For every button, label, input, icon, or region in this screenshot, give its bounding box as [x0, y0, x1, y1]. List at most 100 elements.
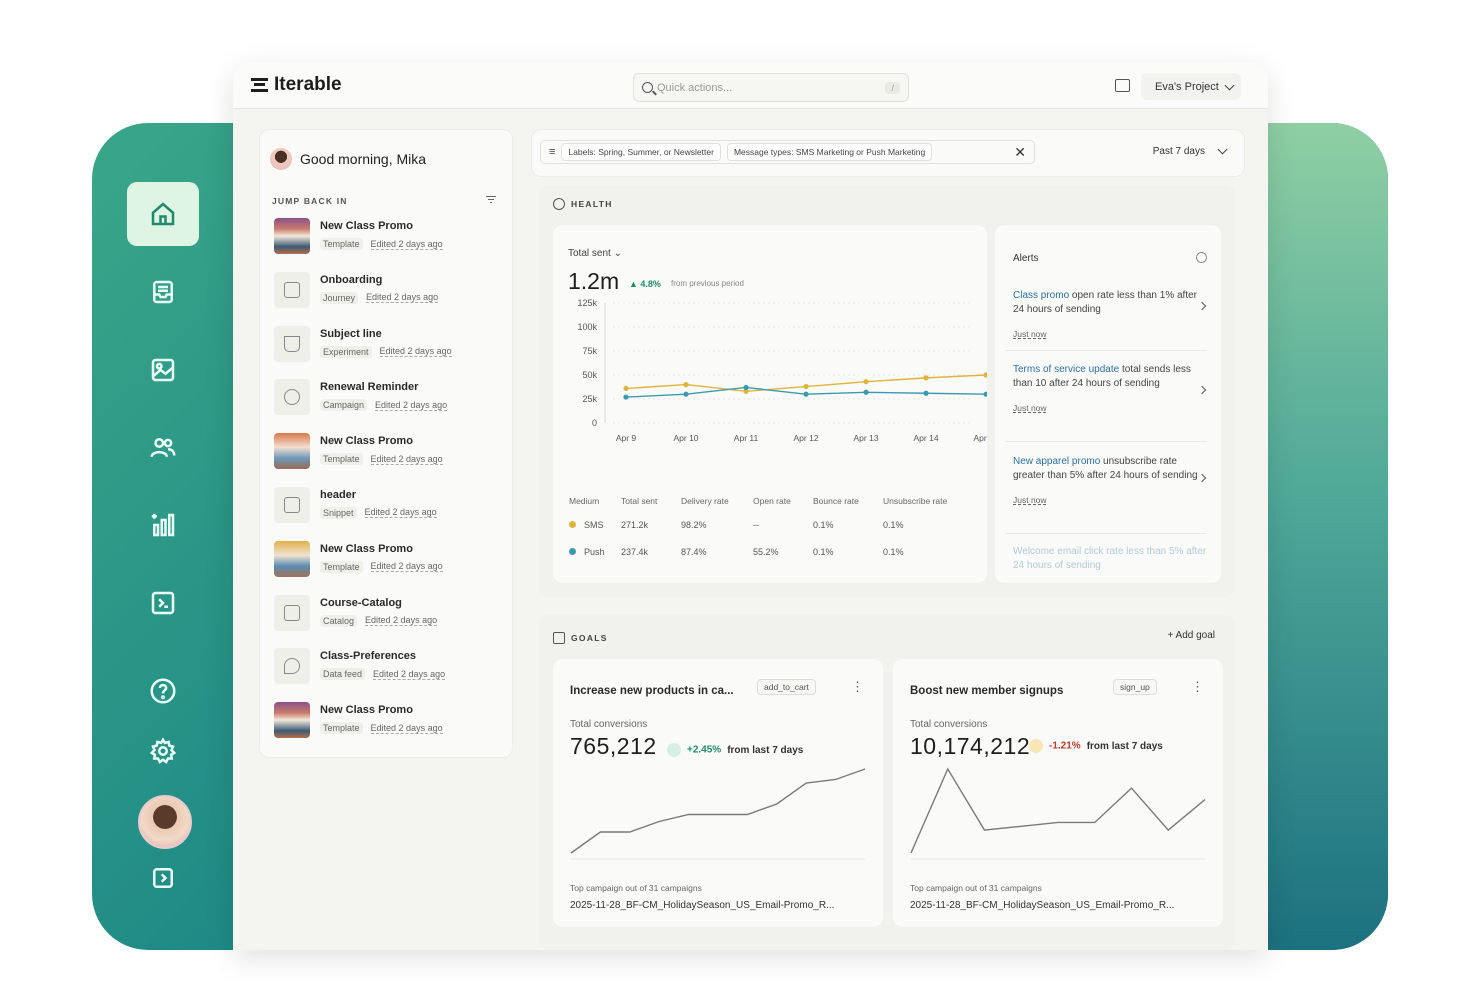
inbox-icon — [153, 280, 173, 304]
rail-settings-button[interactable] — [127, 720, 199, 782]
data-point — [923, 375, 929, 381]
item-edited: Edited 2 days ago — [366, 292, 439, 304]
list-item[interactable]: New Class Promo Template Edited 2 days ag… — [274, 540, 504, 595]
medium-table: Medium Total sent Delivery rate Open rat… — [569, 491, 969, 565]
list-item[interactable]: Class-Preferences Data feed Edited 2 days… — [274, 648, 504, 702]
rail-home-button[interactable] — [127, 182, 199, 246]
column-header: Total sent — [621, 496, 658, 506]
jump-back-list: New Class Promo Template Edited 2 days ag… — [274, 218, 504, 756]
list-item[interactable]: Renewal Reminder Campaign Edited 2 days a… — [274, 379, 504, 433]
project-selector[interactable]: Eva's Project — [1141, 73, 1241, 100]
user-avatar[interactable] — [138, 795, 192, 849]
item-type: Data feed — [320, 668, 366, 681]
goals-section: GOALS + Add goal Increase new products i… — [539, 615, 1235, 950]
goal-card[interactable]: Increase new products in ca... add_to_ca… — [553, 659, 883, 927]
list-item[interactable]: Subject line Experiment Edited 2 days ago — [274, 325, 504, 380]
gear-icon[interactable] — [1196, 252, 1207, 263]
whatsapp-icon — [274, 379, 310, 416]
chevron-down-icon — [1224, 80, 1235, 90]
list-item[interactable]: New Class Promo Template Edited 2 days ag… — [274, 702, 504, 756]
labels-filter-chip[interactable]: Labels: Spring, Summer, or Newsletter — [561, 143, 721, 161]
quick-actions-search[interactable]: Quick actions... / — [633, 73, 909, 102]
item-title: New Class Promo — [320, 704, 413, 717]
rail-journeys-button[interactable] — [127, 572, 199, 634]
goals-label-text: GOALS — [571, 633, 608, 643]
goal-foot-value[interactable]: 2025-11-28_BF-CM_HolidaySeason_US_Email-… — [910, 900, 1174, 911]
alert-item[interactable]: Class promo open rate less than 1% after… — [1013, 289, 1209, 341]
period-selector[interactable]: Past 7 days — [1153, 144, 1228, 157]
column-header: Bounce rate — [813, 496, 859, 506]
goal-event-tag: add_to_cart — [757, 679, 816, 695]
item-title: New Class Promo — [320, 542, 413, 555]
rail-inbox-button[interactable] — [127, 261, 199, 323]
goal-delta: -1.21% from last 7 days — [1029, 739, 1163, 753]
goal-foot-label: Top campaign out of 31 campaigns — [570, 883, 702, 893]
metric-label: Total sent — [568, 248, 611, 259]
goal-card[interactable]: Boost new member signups sign_up ⋮ Total… — [893, 659, 1223, 927]
medium-cell: Push — [584, 546, 605, 557]
table-cell: 87.4% — [681, 546, 707, 557]
total-sent-card: Total sent ⌄ 1.2m ▲ 4.8% from previous p… — [553, 225, 987, 583]
goal-delta-note: from last 7 days — [1086, 740, 1163, 752]
filter-chips[interactable]: ≡ Labels: Spring, Summer, or Newsletter … — [540, 140, 1035, 164]
more-options-icon[interactable]: ⋮ — [1191, 679, 1204, 695]
search-shortcut: / — [885, 81, 900, 94]
list-item[interactable]: New Class Promo Template Edited 2 days ag… — [274, 218, 504, 272]
item-edited: Edited 2 days ago — [370, 238, 443, 250]
rail-collapse-button[interactable] — [127, 847, 199, 909]
goal-delta-note: from last 7 days — [727, 744, 804, 756]
item-title: Onboarding — [320, 273, 383, 286]
list-item[interactable]: Onboarding Journey Edited 2 days ago — [274, 271, 504, 326]
goal-metric-label: Total conversions — [570, 719, 648, 730]
alert-link[interactable]: Class promo — [1013, 290, 1069, 301]
trend-down-icon — [1029, 739, 1043, 753]
top-bar: Iterable Quick actions... / Eva's Projec… — [233, 62, 1268, 109]
item-type: Campaign — [320, 399, 368, 412]
metric-selector[interactable]: Total sent ⌄ — [568, 248, 622, 259]
jump-back-panel: Good morning, Mika JUMP BACK IN New Clas… — [259, 129, 513, 758]
alert-link[interactable]: Terms of service update — [1013, 364, 1119, 375]
filter-icon[interactable]: ≡ — [549, 146, 555, 158]
rail-analytics-button[interactable] — [127, 494, 199, 556]
alert-item[interactable]: Welcome email click rate less than 5% af… — [1013, 545, 1209, 573]
more-options-icon[interactable]: ⋮ — [851, 679, 864, 695]
alert-item[interactable]: New apparel promo unsubscribe rate great… — [1013, 455, 1209, 507]
item-title: Subject line — [320, 327, 382, 340]
users-icon — [150, 438, 176, 458]
item-type: Template — [320, 238, 363, 250]
add-goal-button[interactable]: + Add goal — [1167, 630, 1215, 641]
goal-foot-value[interactable]: 2025-11-28_BF-CM_HolidaySeason_US_Email-… — [570, 900, 834, 911]
list-item[interactable]: New Class Promo Template Edited 2 days ag… — [274, 433, 504, 487]
message-types-filter-chip[interactable]: Message types: SMS Marketing or Push Mar… — [726, 143, 933, 161]
table-header: Medium Total sent Delivery rate Open rat… — [569, 491, 969, 511]
item-type: Catalog — [320, 614, 358, 627]
chevron-right-icon — [1197, 385, 1207, 395]
goal-delta-value: +2.45% — [687, 744, 722, 756]
list-item[interactable]: Course-Catalog Catalog Edited 2 days ago — [274, 594, 504, 649]
brand-logo[interactable]: Iterable — [251, 74, 342, 96]
clear-filters-icon[interactable]: ✕ — [1014, 144, 1026, 161]
goal-title: Boost new member signups — [910, 685, 1064, 697]
alert-item[interactable]: Terms of service update total sends less… — [1013, 363, 1209, 415]
metric-value: 1.2m — [568, 268, 620, 294]
chat-icon[interactable] — [1115, 79, 1130, 92]
goal-foot-label: Top campaign out of 31 campaigns — [910, 883, 1042, 893]
rail-media-button[interactable] — [127, 339, 199, 401]
rail-help-button[interactable] — [127, 660, 199, 722]
project-name: Eva's Project — [1155, 80, 1219, 93]
list-item[interactable]: header Snippet Edited 2 days ago — [274, 486, 504, 541]
data-point — [803, 391, 809, 397]
journey-icon — [274, 271, 310, 308]
item-edited: Edited 2 days ago — [365, 615, 438, 627]
alert-link[interactable]: New apparel promo — [1013, 456, 1100, 467]
item-type: Experiment — [320, 345, 372, 358]
x-tick-label: Apr 13 — [854, 433, 879, 443]
greeting-text: Good morning, Mika — [300, 151, 427, 167]
item-edited: Edited 2 days ago — [364, 507, 437, 519]
filter-icon[interactable] — [486, 196, 496, 204]
rail-audience-button[interactable] — [127, 417, 199, 479]
health-section: HEALTH Total sent ⌄ 1.2m ▲ 4.8% from pre… — [539, 185, 1235, 597]
flask-icon — [274, 325, 310, 362]
y-tick-label: 50k — [582, 370, 597, 380]
divider — [1005, 533, 1207, 534]
